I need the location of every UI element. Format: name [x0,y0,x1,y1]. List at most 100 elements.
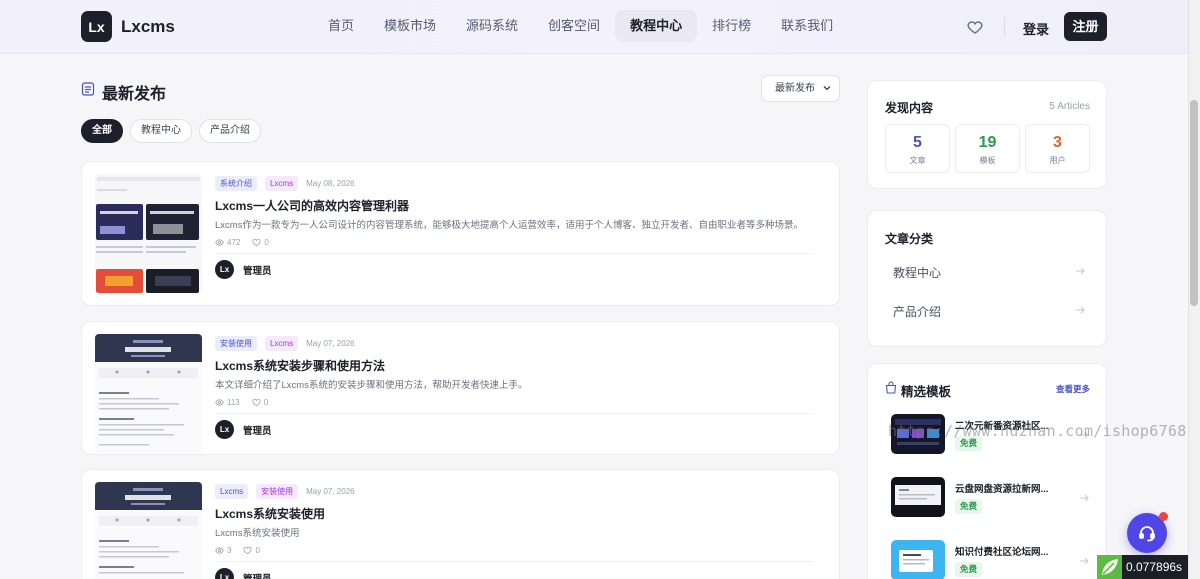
card-divider [215,561,813,562]
categories-panel: 文章分类 教程中心 产品介绍 [867,210,1107,347]
article-author[interactable]: Lx 管理员 [215,260,813,279]
article-title[interactable]: Lxcms系统安装步骤和使用方法 [215,357,813,374]
view-more-link[interactable]: 查看更多 [1056,383,1090,395]
article-thumbnail[interactable] [95,174,202,293]
article-title[interactable]: Lxcms系统安装使用 [215,505,813,522]
article-tag[interactable]: 安装使用 [215,336,257,351]
watermark-text: https://www.huzhan.com/ishop6768 [888,422,1187,440]
stat-users[interactable]: 3 用户 [1025,124,1090,173]
discover-panel: 发现内容 5 Articles 5 文章 19 模板 3 用户 [867,80,1107,189]
category-label: 产品介绍 [893,305,942,319]
nav-maker-space[interactable]: 创客空间 [533,10,615,42]
arrow-right-icon [1080,557,1089,565]
category-tutorials[interactable]: 教程中心 [893,264,1085,281]
nav-tutorials[interactable]: 教程中心 [615,10,697,42]
article-thumbnail[interactable] [95,334,202,453]
scrollbar-thumb[interactable] [1190,100,1198,306]
featured-templates-panel: 精选模板 查看更多 二次元新番资源社区... 免费 云盘网盘资源拉新网... 免… [867,363,1107,579]
stat-number: 3 [1053,134,1062,151]
stat-articles[interactable]: 5 文章 [885,124,950,173]
category-product-intro[interactable]: 产品介绍 [893,303,1085,320]
site-header: Lx Lxcms 首页 模板市场 源码系统 创客空间 教程中心 排行榜 联系我们… [0,0,1188,54]
article-tag[interactable]: Lxcms [215,484,249,499]
article-date: May 07, 2026 [306,339,355,348]
free-badge: 免费 [955,499,983,514]
nav-contact[interactable]: 联系我们 [766,10,848,42]
eye-icon [215,547,224,554]
filter-tutorials[interactable]: 教程中心 [130,119,192,143]
eye-icon [215,399,224,406]
article-thumbnail[interactable] [95,482,202,579]
sort-select[interactable]: 最新发布 [761,75,840,102]
article-tag[interactable]: Lxcms [265,336,299,351]
categories-title: 文章分类 [885,232,934,246]
article-description: 本文详细介绍了Lxcms系统的安装步骤和使用方法，帮助开发者快速上手。 [215,380,528,391]
notification-dot [1159,512,1168,521]
avatar: Lx [215,568,234,579]
article-body: 系统介绍 Lxcms May 08, 2026 Lxcms一人公司的高效内容管理… [215,176,813,279]
stat-label: 文章 [909,156,926,165]
article-card[interactable]: 安装使用 Lxcms May 07, 2026 Lxcms系统安装步骤和使用方法… [81,321,840,455]
article-tag[interactable]: 安装使用 [256,484,299,499]
card-divider [215,253,813,254]
article-tags: 安装使用 Lxcms May 07, 2026 [215,336,813,351]
nav-template-market[interactable]: 模板市场 [369,10,451,42]
article-meta: 472 0 [215,238,813,247]
avatar: Lx [215,420,234,439]
stat-number: 19 [978,134,997,151]
avatar: Lx [215,260,234,279]
nav-source-code[interactable]: 源码系统 [451,10,533,42]
headset-icon [1139,526,1155,542]
timer-value: 0.077896s [1126,560,1183,574]
filter-all[interactable]: 全部 [81,119,123,143]
author-name: 管理员 [243,265,272,277]
document-icon [81,82,95,96]
shopping-bag-icon [885,381,897,394]
discover-title: 发现内容 [885,101,934,115]
article-author[interactable]: Lx 管理员 [215,568,813,579]
stat-templates[interactable]: 19 模板 [955,124,1020,173]
stat-label: 用户 [1049,156,1066,165]
register-button[interactable]: 注册 [1064,12,1107,41]
like-count: 0 [263,398,269,407]
heart-icon[interactable] [966,18,984,36]
logo-mark[interactable]: Lx [81,11,112,42]
login-link[interactable]: 登录 [1023,19,1049,38]
filter-product-intro[interactable]: 产品介绍 [199,119,261,143]
author-name: 管理员 [243,573,272,579]
template-thumbnail[interactable] [891,477,945,517]
card-divider [215,413,813,414]
article-tag[interactable]: 系统介绍 [215,176,257,191]
heart-icon[interactable] [252,398,261,407]
leaf-icon [1097,555,1122,579]
article-author[interactable]: Lx 管理员 [215,420,813,439]
logo-text[interactable]: Lxcms [121,17,175,37]
template-name: 知识付费社区论坛网... [955,547,1049,558]
template-item[interactable]: 知识付费社区论坛网... 免费 [891,540,1091,579]
article-body: Lxcms 安装使用 May 07, 2026 Lxcms系统安装使用 Lxcm… [215,484,813,579]
article-meta: 3 0 [215,546,813,555]
heart-icon[interactable] [243,546,252,555]
like-count: 0 [255,546,260,555]
view-count: 472 [227,238,241,247]
article-tag[interactable]: Lxcms [265,176,299,191]
like-count: 0 [264,238,269,247]
nav-home[interactable]: 首页 [313,10,369,42]
article-title[interactable]: Lxcms一人公司的高效内容管理利器 [215,197,813,214]
header-divider [1004,17,1005,37]
arrow-right-icon [1080,494,1089,502]
render-timer: 0.077896s [1097,555,1188,579]
heart-icon[interactable] [252,238,261,247]
eye-icon [215,239,224,246]
article-date: May 07, 2026 [306,487,355,496]
chevron-down-icon [823,86,831,91]
article-card[interactable]: Lxcms 安装使用 May 07, 2026 Lxcms系统安装使用 Lxcm… [81,469,840,579]
template-thumbnail[interactable] [891,540,945,579]
nav-rankings[interactable]: 排行榜 [697,10,766,42]
arrow-right-icon [1076,306,1085,314]
article-card[interactable]: 系统介绍 Lxcms May 08, 2026 Lxcms一人公司的高效内容管理… [81,161,840,306]
article-date: May 08, 2026 [306,179,355,188]
article-tags: Lxcms 安装使用 May 07, 2026 [215,484,813,499]
template-item[interactable]: 云盘网盘资源拉新网... 免费 [891,477,1091,519]
article-body: 安装使用 Lxcms May 07, 2026 Lxcms系统安装步骤和使用方法… [215,336,813,439]
